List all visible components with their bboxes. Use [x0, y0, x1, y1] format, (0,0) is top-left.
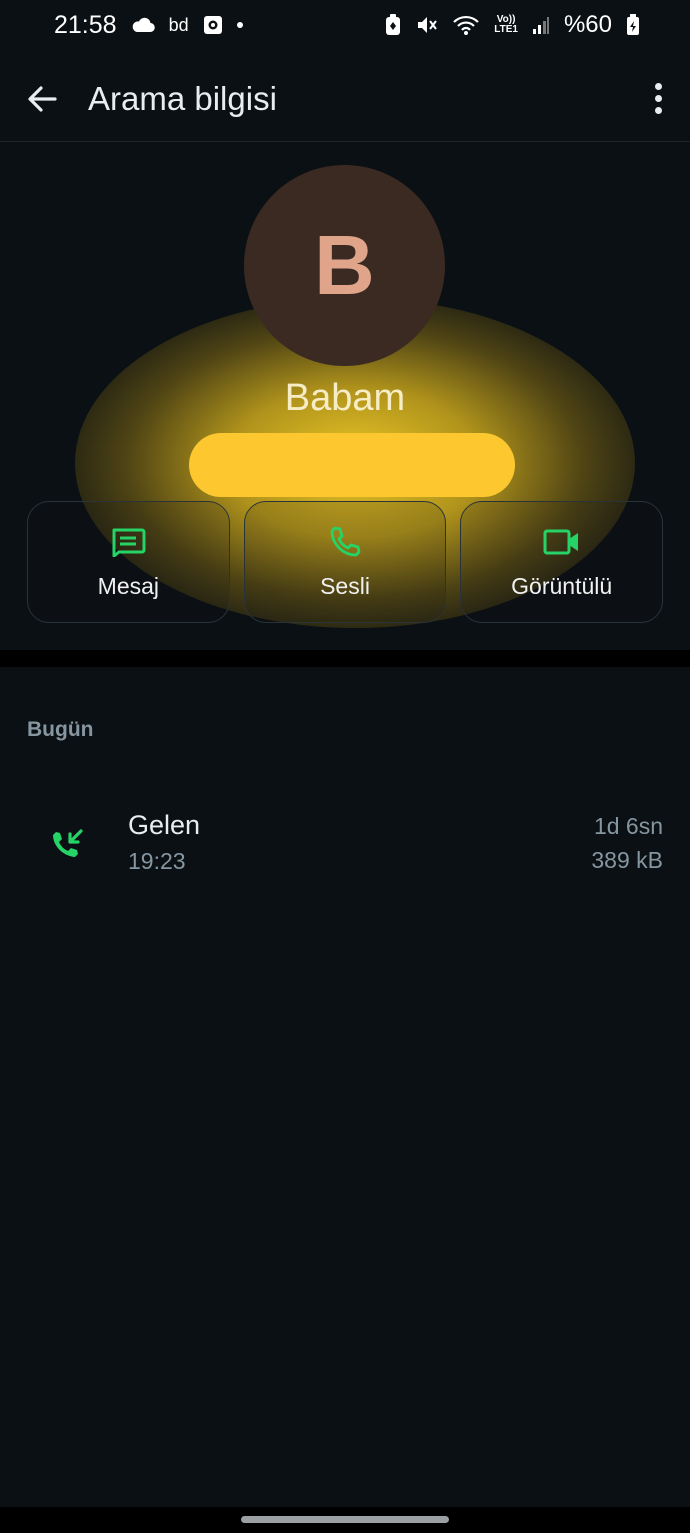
- signal-icon: [532, 15, 550, 35]
- status-time: 21:58: [54, 10, 117, 39]
- avatar[interactable]: B: [244, 165, 445, 366]
- contact-name: Babam: [284, 377, 406, 419]
- more-options-button[interactable]: [648, 78, 668, 118]
- wifi-icon: [452, 14, 480, 36]
- message-icon: [108, 525, 148, 559]
- video-call-button[interactable]: Görüntülü: [460, 501, 664, 623]
- action-buttons: Mesaj Sesli Görüntülü: [27, 501, 664, 623]
- more-vert-dot: [654, 94, 662, 102]
- volte-icon: Vo)) LTE1: [494, 15, 518, 35]
- status-bar: 21:58 bd Vo)) LTE1 %60: [0, 0, 690, 50]
- call-duration: 1d 6sn: [593, 813, 663, 839]
- incoming-call-icon: [48, 822, 88, 862]
- screen-record-icon: [203, 15, 223, 35]
- redacted-phone-number: [189, 433, 515, 497]
- message-button[interactable]: Mesaj: [27, 501, 230, 623]
- avatar-letter: B: [314, 218, 375, 312]
- message-label: Mesaj: [97, 572, 160, 599]
- battery-icon: [626, 14, 640, 36]
- mute-icon: [416, 14, 438, 36]
- phone-icon: [325, 525, 365, 559]
- video-icon: [542, 525, 582, 559]
- call-log-item[interactable]: Gelen 19:23 1d 6sn 389 kB: [0, 800, 690, 892]
- call-info-screen: 21:58 bd Vo)) LTE1 %60 Arama bilgisi B B…: [0, 0, 690, 1533]
- call-type: Gelen: [128, 810, 201, 840]
- page-title: Arama bilgisi: [88, 79, 277, 117]
- video-call-label: Görüntülü: [511, 572, 613, 599]
- volte-line2: LTE1: [494, 24, 518, 35]
- voice-call-button[interactable]: Sesli: [243, 501, 447, 623]
- battery-saver-icon: [384, 14, 402, 36]
- call-time: 19:23: [128, 848, 186, 874]
- more-vert-dot: [654, 106, 662, 114]
- app-bar: Arama bilgisi: [0, 56, 690, 142]
- status-left: 21:58 bd: [54, 11, 243, 40]
- contact-header: B Babam Mesaj Sesli Görüntülü: [0, 143, 690, 650]
- cloud-icon: [131, 17, 155, 33]
- more-vert-icon: [654, 82, 662, 90]
- back-button[interactable]: [22, 79, 62, 119]
- bd-icon: bd: [168, 14, 189, 35]
- home-indicator[interactable]: [241, 1516, 449, 1523]
- battery-percent: %60: [563, 11, 612, 38]
- back-arrow-icon: [28, 85, 57, 112]
- dot-icon: [236, 22, 243, 28]
- voice-call-label: Sesli: [320, 572, 370, 599]
- call-log-section-title: Bugün: [27, 718, 94, 741]
- section-divider: [0, 650, 690, 667]
- status-right: Vo)) LTE1 %60: [384, 11, 640, 39]
- call-data-size: 389 kB: [591, 847, 663, 873]
